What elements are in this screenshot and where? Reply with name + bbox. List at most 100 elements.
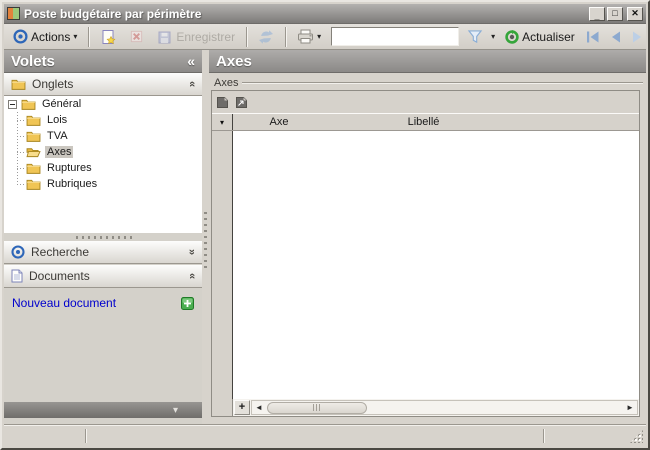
section-documents[interactable]: Documents « [4, 265, 202, 288]
main-panel: Axes Axes ▾ Axe Libellé + ◄ ► [209, 50, 646, 425]
pin-column-arrow-icon[interactable] [235, 96, 248, 109]
tree-node-general[interactable]: Général [4, 96, 202, 112]
pin-column-icon[interactable] [216, 96, 229, 109]
filter-button[interactable] [462, 26, 488, 47]
grid-filter-button[interactable]: ▾ [212, 114, 233, 130]
tree-node-axes-selected[interactable]: Axes [4, 144, 202, 160]
new-item-button[interactable] [95, 26, 121, 48]
splitter-grip [204, 210, 207, 268]
row-indicator-footer [212, 399, 233, 416]
tree-node-tva[interactable]: TVA [4, 128, 202, 144]
refresh-icon [259, 29, 274, 44]
tree-node-label[interactable]: Axes [45, 146, 74, 158]
filter-dropdown-icon[interactable]: ▾ [491, 32, 495, 41]
recherche-label: Recherche [31, 245, 90, 259]
grid-body[interactable] [212, 131, 639, 399]
new-document-link[interactable]: Nouveau document [12, 296, 116, 310]
chevron-double-up-icon[interactable]: « [186, 273, 198, 279]
tree-node-lois[interactable]: Lois [4, 112, 202, 128]
delete-icon [131, 30, 143, 43]
row-indicator-column [212, 131, 233, 399]
next-record-icon [632, 31, 641, 42]
axes-grid: ▾ Axe Libellé + ◄ ► [211, 90, 640, 417]
tree-node-label[interactable]: Lois [45, 114, 69, 126]
axes-title: Axes [216, 52, 252, 70]
minimize-button[interactable]: _ [589, 6, 605, 21]
toolbar: Actions ▾ Enregistrer ▾ ▾ Actualiser [4, 24, 646, 50]
actualiser-button[interactable]: Actualiser [498, 27, 580, 47]
toolbar-separator [285, 26, 287, 47]
section-onglets[interactable]: Onglets « [4, 73, 202, 96]
axes-header: Axes [209, 50, 646, 73]
scroll-right-icon[interactable]: ► [623, 401, 637, 414]
grid-bottom-bar: + ◄ ► [212, 399, 639, 416]
toolbar-separator [88, 26, 90, 47]
delete-button[interactable] [124, 26, 149, 47]
save-icon [158, 31, 171, 43]
close-button[interactable]: ✕ [627, 6, 643, 21]
print-button[interactable]: ▾ [292, 26, 326, 47]
nav-next-button[interactable] [628, 29, 647, 45]
grid-filter-arrow-icon: ▾ [219, 117, 224, 127]
sidebar-footer[interactable]: ▾ [4, 402, 202, 418]
document-icon [11, 269, 23, 283]
sidebar-volets: Volets « Onglets « Général Lois TVA Axes… [4, 50, 202, 425]
column-header-libelle[interactable]: Libellé [325, 114, 522, 130]
volets-header[interactable]: Volets « [4, 50, 202, 73]
column-header-axe[interactable]: Axe [233, 114, 325, 130]
add-document-icon[interactable] [181, 296, 194, 310]
section-recherche[interactable]: Recherche « [4, 241, 202, 264]
save-label: Enregistrer [176, 29, 236, 44]
actions-button[interactable]: Actions ▾ [8, 26, 82, 47]
chevron-double-up-icon[interactable]: « [186, 81, 198, 87]
tree-node-label[interactable]: TVA [45, 130, 70, 142]
thumb-grip [313, 404, 321, 411]
horizontal-splitter[interactable] [4, 233, 202, 241]
search-input[interactable] [331, 27, 460, 46]
tabs-tree: Général Lois TVA Axes Ruptures Rubriques [4, 96, 202, 233]
bullseye-icon [13, 29, 28, 44]
first-record-icon [586, 31, 599, 42]
tree-node-label[interactable]: Rubriques [45, 178, 99, 190]
collapse-expander-icon[interactable] [8, 99, 17, 109]
folder-icon [26, 115, 41, 126]
refresh-button[interactable] [253, 26, 279, 48]
tree-children: Lois TVA Axes Ruptures Rubriques [4, 112, 202, 192]
groupbox-line [241, 82, 643, 84]
status-bar [4, 425, 646, 446]
nav-previous-button[interactable] [606, 29, 625, 45]
bullseye-icon [11, 245, 25, 259]
scrollbar-thumb[interactable] [267, 401, 367, 414]
folder-icon [11, 79, 26, 90]
folder-icon [26, 179, 41, 190]
tree-node-label[interactable]: Général [40, 98, 83, 110]
tree-node-label[interactable]: Ruptures [45, 162, 94, 174]
filter-icon [467, 30, 483, 44]
groupbox-label: Axes [214, 77, 243, 89]
add-row-button[interactable]: + [234, 400, 250, 415]
scroll-left-icon[interactable]: ◄ [252, 401, 266, 414]
tree-node-ruptures[interactable]: Ruptures [4, 160, 202, 176]
nav-first-button[interactable] [583, 29, 603, 45]
application-window: Poste budgétaire par périmètre _ □ ✕ Act… [0, 0, 650, 450]
new-document-icon [102, 29, 116, 44]
tree-node-rubriques[interactable]: Rubriques [4, 176, 202, 192]
chevron-double-down-icon[interactable]: « [186, 249, 198, 255]
vertical-splitter[interactable] [202, 50, 209, 425]
save-button[interactable]: Enregistrer [152, 26, 240, 48]
actions-label: Actions [31, 29, 71, 44]
collapse-panel-icon[interactable]: « [187, 53, 195, 69]
status-right [544, 426, 556, 446]
folder-icon [26, 163, 41, 174]
folder-icon [26, 131, 41, 142]
horizontal-scrollbar[interactable]: ◄ ► [251, 400, 638, 415]
onglets-label: Onglets [32, 77, 74, 91]
grid-toolbar [212, 91, 639, 114]
folder-icon [21, 99, 36, 110]
status-left [4, 426, 16, 446]
title-bar[interactable]: Poste budgétaire par périmètre _ □ ✕ [4, 4, 646, 24]
grid-header-row: ▾ Axe Libellé [212, 114, 639, 131]
printer-icon [298, 29, 314, 44]
resize-grip[interactable] [630, 430, 643, 443]
maximize-button[interactable]: □ [607, 6, 623, 21]
